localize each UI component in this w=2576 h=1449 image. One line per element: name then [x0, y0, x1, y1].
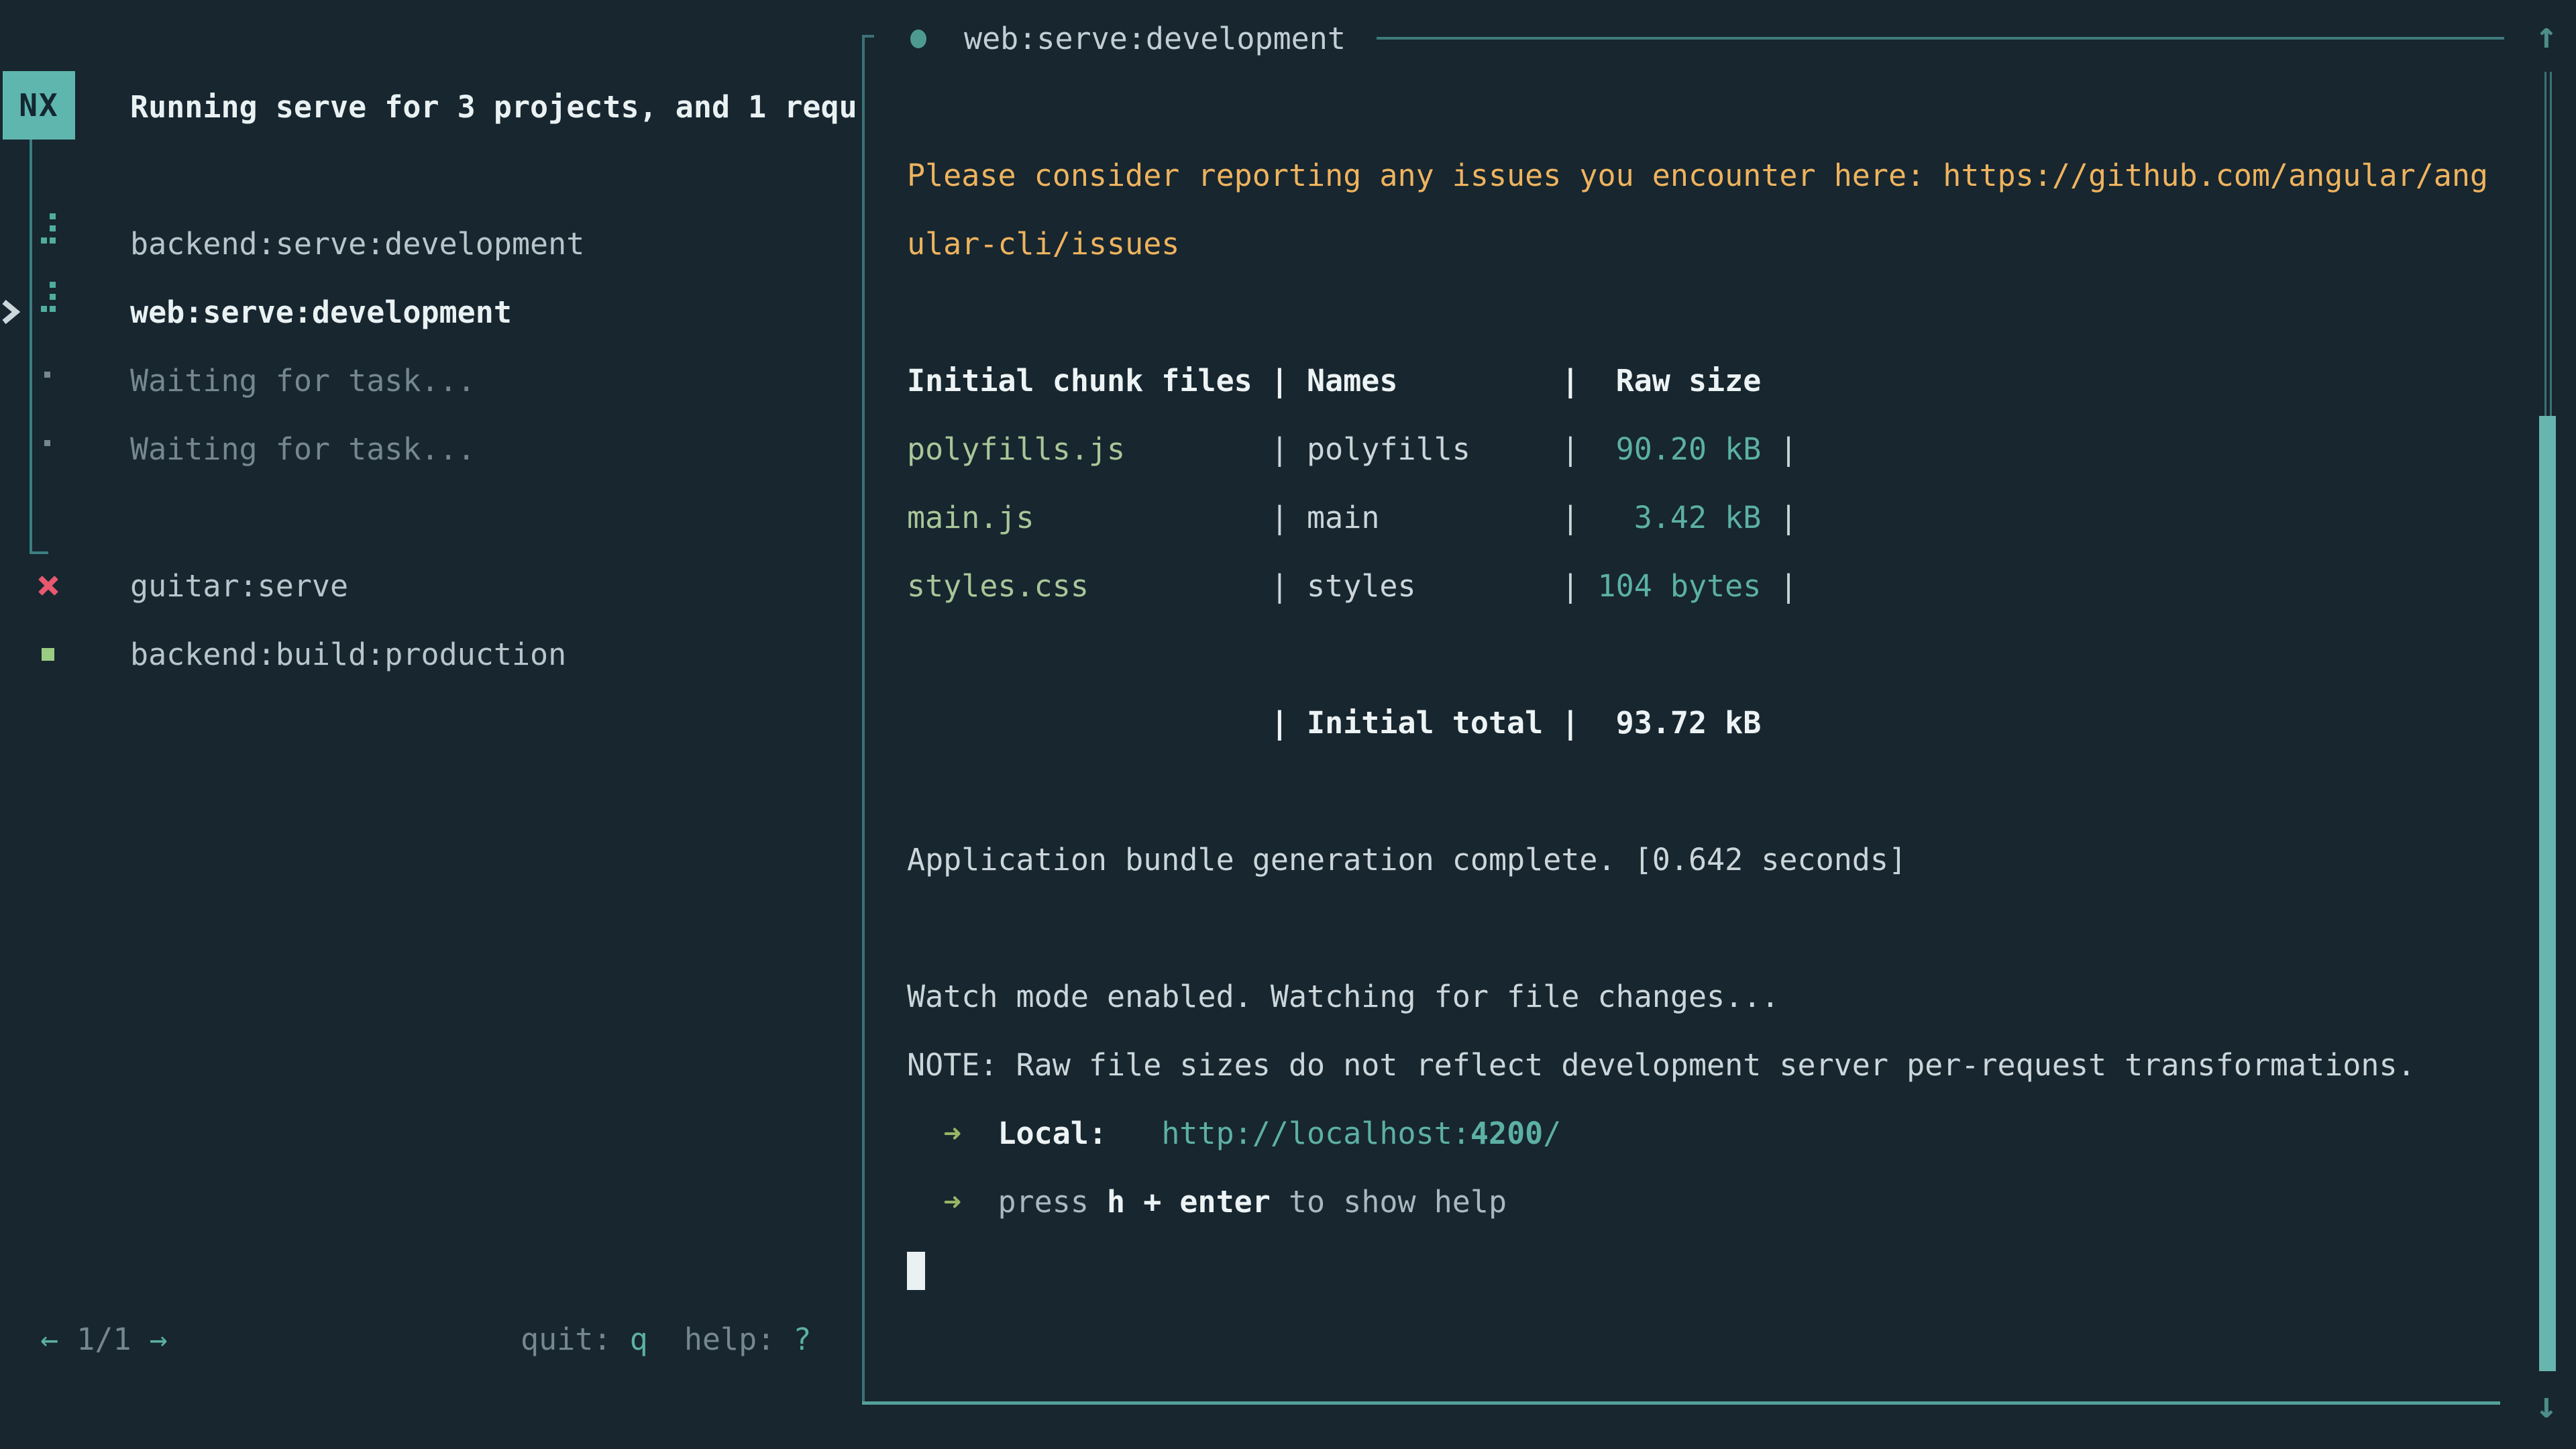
task-row[interactable]: Waiting for task...	[0, 346, 860, 416]
spinner-icon	[39, 213, 55, 243]
task-row[interactable]: guitar:serve	[0, 551, 860, 621]
task-label: backend:serve:development	[130, 209, 584, 279]
page-indicator: 1/1	[58, 1322, 131, 1357]
panel-border-bottom	[862, 1401, 2500, 1405]
page-prev-icon[interactable]: ←	[22, 1322, 58, 1357]
task-row[interactable]: web:serve:development	[0, 278, 860, 347]
spinner-icon	[39, 282, 55, 311]
nx-logo: NX	[3, 71, 75, 140]
footer-hints: quit: q help: ?	[521, 1305, 812, 1375]
task-label: Waiting for task...	[130, 346, 476, 416]
task-label: backend:build:production	[130, 620, 566, 690]
scroll-down-icon[interactable]: ↓	[2532, 1387, 2561, 1424]
pending-dot-icon	[44, 372, 50, 378]
scrollbar-thumb[interactable]	[2539, 416, 2556, 1371]
task-label: Waiting for task...	[130, 415, 476, 484]
scrollbar-track[interactable]	[2544, 72, 2552, 416]
hint-key: ?	[793, 1322, 811, 1357]
panel-border-top	[862, 35, 874, 38]
sidebar-title: Running serve for 3 projects, and 1 requ	[130, 72, 857, 142]
hint-key: q	[630, 1322, 648, 1357]
page-next-icon[interactable]: →	[131, 1322, 168, 1357]
hint-label: quit:	[521, 1322, 630, 1357]
hint-label: help:	[648, 1322, 794, 1357]
pagination: ← 1/1 →	[22, 1305, 168, 1375]
terminal-cursor	[907, 1252, 925, 1290]
terminal-output: Please consider reporting any issues you…	[907, 5, 2488, 1305]
task-label: web:serve:development	[130, 278, 512, 347]
error-cross-icon	[38, 575, 59, 596]
task-row[interactable]: backend:build:production	[0, 620, 860, 690]
panel-border-left	[862, 35, 865, 1405]
nx-tui-screen: NX Running serve for 3 projects, and 1 r…	[0, 0, 2576, 1449]
scroll-up-icon[interactable]: ↑	[2532, 17, 2561, 54]
pending-dot-icon	[44, 440, 50, 446]
task-label: guitar:serve	[130, 551, 348, 621]
success-square-icon	[42, 648, 54, 661]
task-row[interactable]: backend:serve:development	[0, 209, 860, 279]
task-row[interactable]: Waiting for task...	[0, 415, 860, 484]
